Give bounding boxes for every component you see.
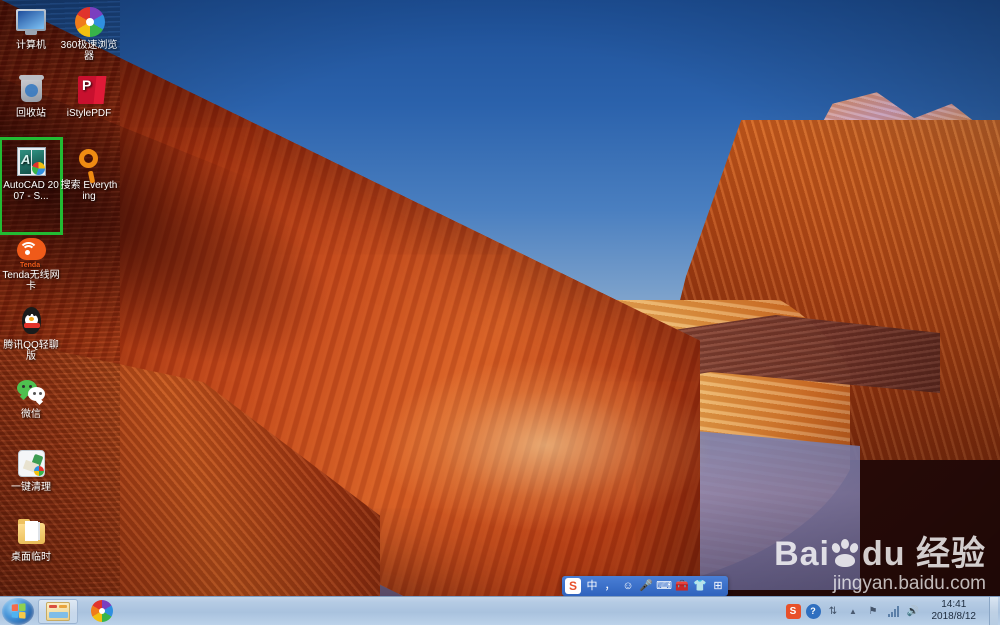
watermark-bai: Bai	[774, 535, 830, 573]
desktop-wallpaper	[0, 0, 1000, 625]
paw-icon	[830, 539, 861, 569]
watermark-url: jingyan.baidu.com	[832, 573, 986, 594]
desktop-icon-360-browser[interactable]: 360极速浏览器	[60, 6, 118, 62]
desktop-icon-label: 微信	[21, 409, 41, 420]
sogou-tray-icon[interactable]: S	[785, 603, 801, 619]
wifi-icon: Tenda	[15, 236, 47, 269]
ime-skin-icon[interactable]: 👕	[693, 580, 707, 592]
desktop-icon-tencent-qq[interactable]: 腾讯QQ轻聊版	[2, 306, 60, 362]
system-tray: S ? ⇅ ▲ ⚑ 🔊 14:41 2018/8/12	[785, 597, 1000, 625]
watermark-brand: Bai du 经验	[774, 537, 986, 571]
360-browser-icon	[91, 600, 113, 622]
sogou-logo-icon[interactable]: S	[565, 578, 581, 594]
watermark-du: du	[862, 535, 906, 573]
desktop-icon-label: 一键清理	[11, 482, 51, 493]
watermark-suffix: 经验	[916, 535, 986, 573]
windows-logo-icon	[11, 603, 26, 619]
desktop-icon-grid: 计算机 360极速浏览器 回收站 P iStylePDF AutoCAD 200…	[0, 0, 120, 595]
taskbar-360-browser[interactable]	[82, 599, 122, 624]
clock-date: 2018/8/12	[931, 611, 977, 622]
desktop-icon-label: Tenda无线网卡	[2, 270, 60, 292]
network-signal-icon[interactable]	[886, 604, 901, 619]
desktop-screen: Bai du 经验 jingyan.baidu.com 计算机 360极速浏览器…	[0, 0, 1000, 625]
sogou-ime-bar[interactable]: S 中 ， ☺ 🎤 ⌨ 🧰 👕 ⊞	[562, 576, 728, 596]
desktop-icon-one-click-clean[interactable]: 一键清理	[2, 448, 60, 493]
desktop-icon-label: 搜索 Everything	[60, 180, 118, 202]
ime-punctuation-icon[interactable]: ，	[603, 580, 617, 592]
folder-icon	[15, 518, 47, 550]
desktop-icon-autocad-2007[interactable]: AutoCAD 2007 - S...	[0, 137, 63, 235]
search-icon	[73, 146, 105, 178]
start-button[interactable]	[2, 597, 34, 625]
qq-penguin-icon	[15, 306, 47, 338]
desktop-icon-label: 回收站	[16, 108, 46, 119]
desktop-icon-desktop-temp[interactable]: 桌面临时	[2, 518, 60, 563]
volume-icon[interactable]: 🔊	[906, 604, 921, 619]
show-desktop-button[interactable]	[989, 597, 998, 625]
wechat-icon	[15, 375, 47, 407]
desktop-icon-istylepdf[interactable]: P iStylePDF	[60, 74, 118, 119]
action-center-flag-icon[interactable]: ⚑	[866, 604, 881, 619]
ime-menu-icon[interactable]: ⊞	[711, 580, 725, 592]
desktop-icon-label: iStylePDF	[66, 108, 112, 119]
autocad-icon	[15, 146, 47, 178]
clock-time: 14:41	[941, 599, 967, 610]
network-activity-tray-icon[interactable]: ⇅	[826, 604, 841, 619]
desktop-icon-label: 计算机	[16, 40, 46, 51]
clock[interactable]: 14:41 2018/8/12	[926, 599, 983, 623]
chevron-up-icon[interactable]: ▲	[846, 604, 861, 619]
broom-clean-icon	[15, 448, 47, 480]
ime-mode-chinese[interactable]: 中	[585, 580, 599, 592]
help-tray-icon[interactable]: ?	[805, 603, 821, 619]
desktop-icon-wechat[interactable]: 微信	[2, 375, 60, 420]
desktop-icon-label: 360极速浏览器	[60, 40, 118, 62]
taskbar: S ? ⇅ ▲ ⚑ 🔊 14:41 2018/8/12	[0, 596, 1000, 625]
ime-voice-icon[interactable]: 🎤	[639, 580, 653, 592]
desktop-icon-computer[interactable]: 计算机	[2, 6, 60, 51]
ime-keyboard-icon[interactable]: ⌨	[656, 580, 672, 592]
baidu-jingyan-watermark: Bai du 经验 jingyan.baidu.com	[774, 537, 986, 595]
ime-emoji-icon[interactable]: ☺	[621, 580, 635, 592]
ime-toolbox-icon[interactable]: 🧰	[675, 580, 689, 592]
desktop-icon-recycle-bin[interactable]: 回收站	[2, 74, 60, 119]
computer-icon	[15, 6, 47, 38]
wallpaper-vignette	[0, 0, 1000, 625]
desktop-icon-label: 桌面临时	[11, 552, 51, 563]
recycle-bin-icon	[15, 74, 47, 106]
pdf-icon: P	[73, 74, 105, 106]
desktop-icon-tenda-wireless[interactable]: Tenda Tenda无线网卡	[2, 236, 60, 292]
taskbar-explorer[interactable]	[38, 598, 78, 624]
folder-icon	[46, 601, 70, 621]
desktop-icon-search-everything[interactable]: 搜索 Everything	[60, 146, 118, 202]
desktop-icon-label: 腾讯QQ轻聊版	[3, 340, 59, 362]
desktop-icon-label: AutoCAD 2007 - S...	[3, 180, 59, 202]
360-browser-icon	[73, 6, 105, 38]
